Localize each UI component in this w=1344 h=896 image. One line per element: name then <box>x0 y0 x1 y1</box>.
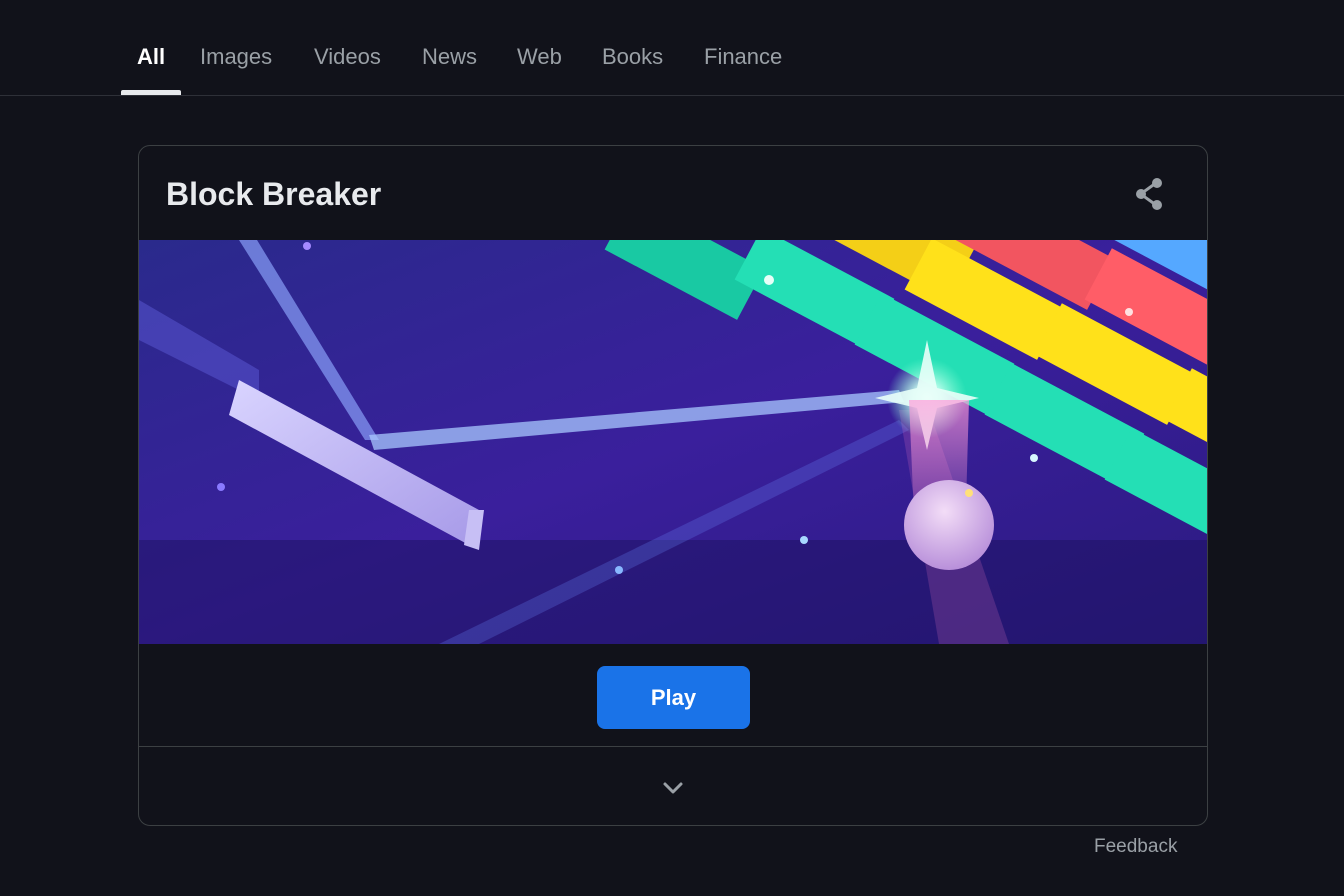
chevron-down-icon[interactable] <box>653 770 693 806</box>
tab-images[interactable]: Images <box>200 44 272 70</box>
game-title: Block Breaker <box>166 176 382 212</box>
game-banner-image[interactable] <box>139 240 1207 644</box>
tab-all[interactable]: All <box>137 44 165 70</box>
tab-news[interactable]: News <box>422 44 477 70</box>
tab-finance[interactable]: Finance <box>704 44 782 70</box>
active-tab-indicator <box>121 90 181 95</box>
card-divider <box>139 746 1207 747</box>
play-button[interactable]: Play <box>597 666 750 729</box>
tab-books[interactable]: Books <box>602 44 663 70</box>
tab-videos[interactable]: Videos <box>314 44 381 70</box>
game-card: Block Breaker Play <box>138 145 1208 826</box>
feedback-link[interactable]: Feedback <box>1094 836 1177 858</box>
search-tabs-bar: All Images Videos News Web Books Finance <box>0 0 1344 96</box>
share-icon[interactable] <box>1129 174 1169 214</box>
tab-web[interactable]: Web <box>517 44 562 70</box>
